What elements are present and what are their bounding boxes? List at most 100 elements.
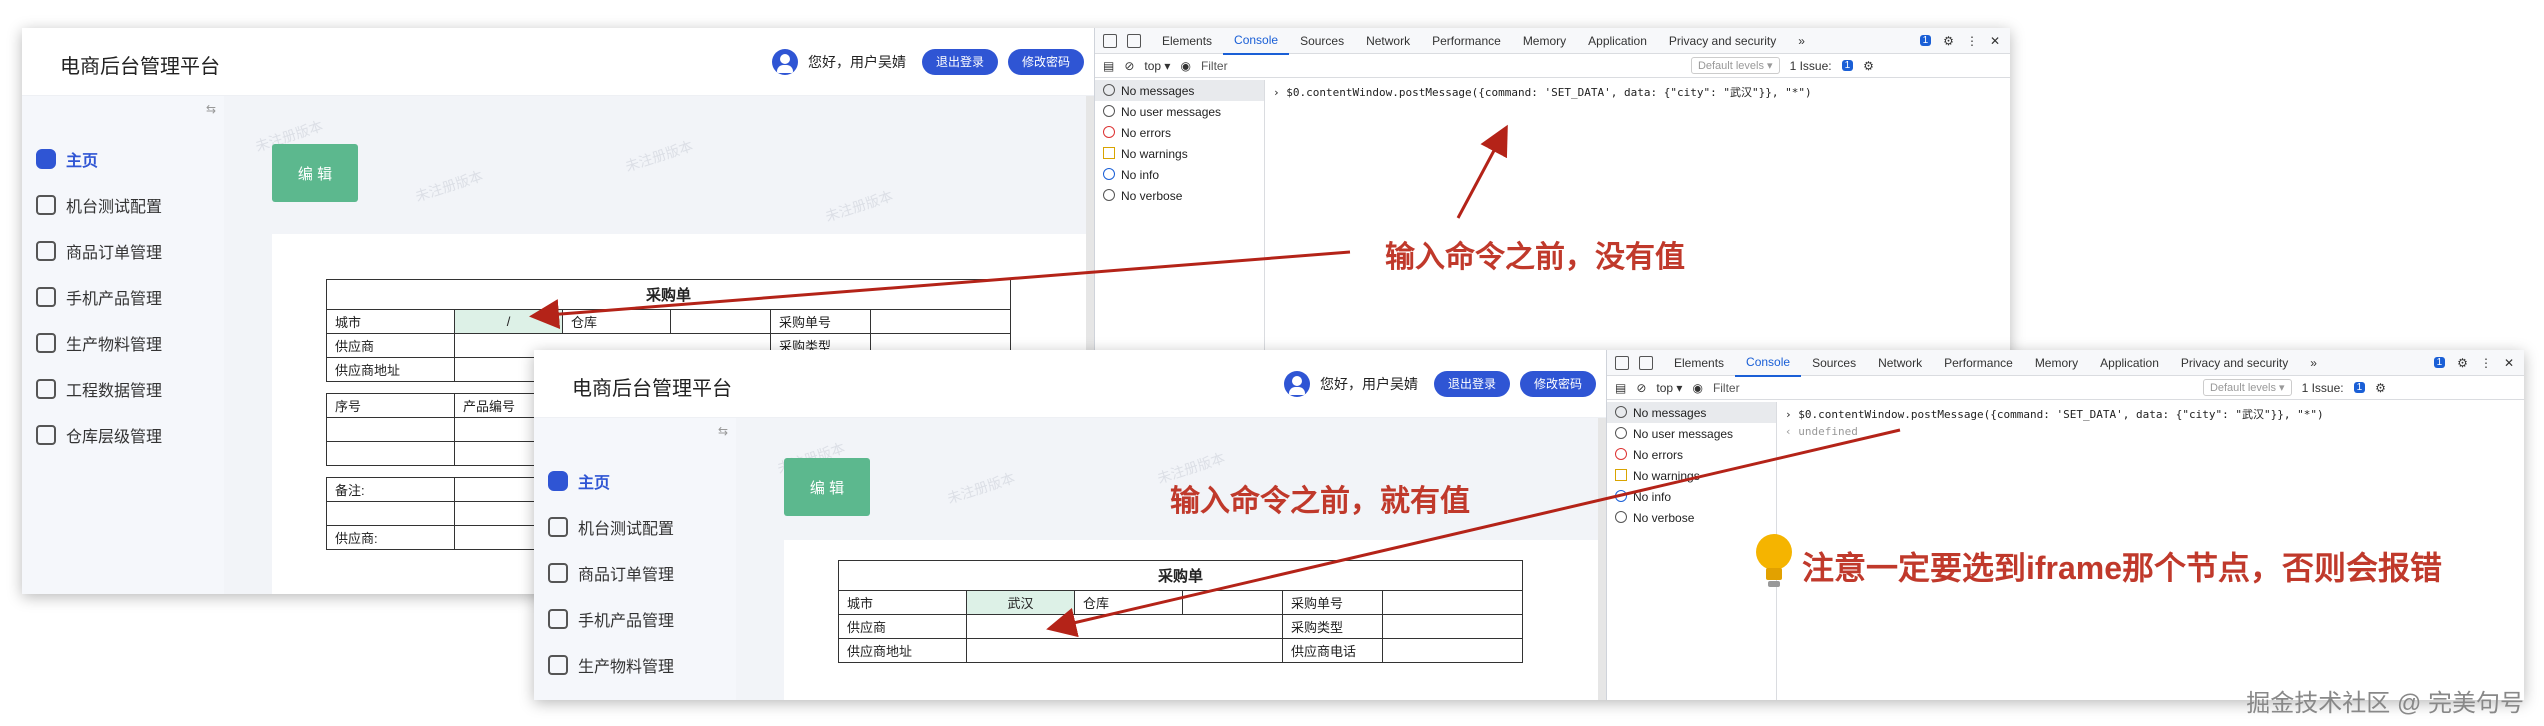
logout-button[interactable]: 退出登录 [921, 49, 998, 75]
filter-warnings[interactable]: No warnings [1607, 465, 1776, 486]
sidebar-item-home[interactable]: 主页 [22, 136, 224, 182]
eye-icon[interactable]: ◉ [1692, 381, 1702, 395]
sidebar-item-materials[interactable]: 生产物料管理 [534, 642, 736, 688]
filter-errors[interactable]: No errors [1607, 444, 1776, 465]
device-toolbar-icon[interactable] [1639, 355, 1653, 370]
po-number-field[interactable] [870, 309, 1011, 334]
kebab-menu-icon[interactable]: ⋮ [2480, 356, 2492, 370]
tab-network[interactable]: Network [1867, 350, 1933, 376]
more-tabs-button[interactable]: » [2299, 350, 2328, 376]
tab-application[interactable]: Application [2089, 350, 2170, 376]
levels-select[interactable]: Default levels ▾ [2202, 379, 2292, 396]
kebab-menu-icon[interactable]: ⋮ [1966, 34, 1978, 48]
supplier-address-field[interactable] [966, 638, 1283, 663]
issues-label[interactable]: 1 Issue: [2302, 381, 2344, 395]
issues-badge[interactable]: 1 [1919, 35, 1932, 46]
filter-info[interactable]: No info [1607, 486, 1776, 507]
sidebar-item-products[interactable]: 手机产品管理 [22, 274, 224, 320]
sidebar-item-engineering[interactable]: 工程数据管理 [534, 688, 736, 700]
sidebar-item-device-config[interactable]: 机台测试配置 [534, 504, 736, 550]
clear-console-icon[interactable]: ⊘ [1124, 59, 1134, 73]
gear-icon[interactable]: ⚙ [2457, 356, 2468, 370]
tab-privacy[interactable]: Privacy and security [1658, 28, 1787, 54]
console-output[interactable]: › $0.contentWindow.postMessage({command:… [1273, 84, 2010, 100]
order-icon [548, 563, 568, 583]
tab-application[interactable]: Application [1577, 28, 1658, 54]
sidebar-item-device-config[interactable]: 机台测试配置 [22, 182, 224, 228]
issues-label[interactable]: 1 Issue: [1790, 59, 1832, 73]
sidebar-toggle-icon[interactable]: ▤ [1615, 381, 1626, 395]
tab-privacy[interactable]: Privacy and security [2170, 350, 2299, 376]
filter-messages[interactable]: No messages [1095, 80, 1264, 101]
sidebar-item-orders[interactable]: 商品订单管理 [22, 228, 224, 274]
levels-select[interactable]: Default levels ▾ [1690, 57, 1780, 74]
sidebar-item-engineering[interactable]: 工程数据管理 [22, 366, 224, 412]
filter-errors[interactable]: No errors [1095, 122, 1264, 143]
change-password-button[interactable]: 修改密码 [1007, 49, 1084, 75]
filter-verbose[interactable]: No verbose [1607, 507, 1776, 528]
sidebar-item-products[interactable]: 手机产品管理 [534, 596, 736, 642]
inspect-icon[interactable] [1615, 355, 1629, 370]
filter-user-messages[interactable]: No user messages [1607, 423, 1776, 444]
warehouse-field[interactable] [670, 309, 771, 334]
po-type-field[interactable] [1382, 614, 1523, 639]
tab-performance[interactable]: Performance [1421, 28, 1512, 54]
tab-sources[interactable]: Sources [1289, 28, 1355, 54]
issues-count[interactable]: 1 [1841, 60, 1854, 71]
sidebar-item-orders[interactable]: 商品订单管理 [534, 550, 736, 596]
sidebar-item-warehouse[interactable]: 仓库层级管理 [22, 412, 224, 458]
tab-sources[interactable]: Sources [1801, 350, 1867, 376]
sidebar-item-home[interactable]: 主页 [534, 458, 736, 504]
tab-console[interactable]: Console [1735, 350, 1802, 377]
filter-input[interactable]: Filter [1201, 59, 1681, 73]
filter-info[interactable]: No info [1095, 164, 1264, 185]
more-tabs-button[interactable]: » [1787, 28, 1816, 54]
tab-console[interactable]: Console [1223, 28, 1290, 55]
console-output[interactable]: › $0.contentWindow.postMessage({command:… [1785, 406, 2524, 438]
logout-button[interactable]: 退出登录 [1433, 371, 1510, 397]
tab-elements[interactable]: Elements [1151, 28, 1223, 54]
collapse-icon[interactable]: ⇆ [718, 424, 728, 438]
filter-user-messages[interactable]: No user messages [1095, 101, 1264, 122]
change-password-button[interactable]: 修改密码 [1519, 371, 1596, 397]
device-toolbar-icon[interactable] [1127, 33, 1141, 48]
filter-warnings[interactable]: No warnings [1095, 143, 1264, 164]
tab-memory[interactable]: Memory [2024, 350, 2089, 376]
close-icon[interactable]: ✕ [1990, 34, 2000, 48]
context-select[interactable]: top ▾ [1144, 59, 1170, 73]
filter-input[interactable]: Filter [1713, 381, 2193, 395]
sidebar-item-materials[interactable]: 生产物料管理 [22, 320, 224, 366]
filter-label: No messages [1633, 405, 1707, 420]
collapse-icon[interactable]: ⇆ [206, 102, 216, 116]
supplier-phone-field[interactable] [1382, 638, 1523, 663]
gear-icon[interactable]: ⚙ [1863, 59, 1874, 73]
clear-console-icon[interactable]: ⊘ [1636, 381, 1646, 395]
supplier-field[interactable] [966, 614, 1283, 639]
tab-elements[interactable]: Elements [1663, 350, 1735, 376]
tab-network[interactable]: Network [1355, 28, 1421, 54]
edit-button[interactable]: 编 辑 [272, 144, 358, 202]
city-field[interactable]: 武汉 [966, 590, 1075, 615]
device-icon [36, 195, 56, 215]
sidebar-toggle-icon[interactable]: ▤ [1103, 59, 1114, 73]
po-number-field[interactable] [1382, 590, 1523, 615]
eye-icon[interactable]: ◉ [1180, 59, 1190, 73]
city-field[interactable]: / [454, 309, 563, 334]
gear-icon[interactable]: ⚙ [2375, 381, 2386, 395]
filter-messages[interactable]: No messages [1607, 402, 1776, 423]
issues-badge[interactable]: 1 [2433, 357, 2446, 368]
scrollbar[interactable] [1598, 418, 1606, 700]
warehouse-field[interactable] [1182, 590, 1283, 615]
edit-button[interactable]: 编 辑 [784, 458, 870, 516]
filter-label: No user messages [1121, 104, 1222, 119]
close-icon[interactable]: ✕ [2504, 356, 2514, 370]
annotation-no-value: 输入命令之前，没有值 [1385, 241, 1685, 274]
filter-verbose[interactable]: No verbose [1095, 185, 1264, 206]
tab-performance[interactable]: Performance [1933, 350, 2024, 376]
inspect-icon[interactable] [1103, 33, 1117, 48]
context-select[interactable]: top ▾ [1656, 381, 1682, 395]
warehouse-label: 仓库 [562, 309, 671, 334]
issues-count[interactable]: 1 [2353, 382, 2366, 393]
tab-memory[interactable]: Memory [1512, 28, 1577, 54]
gear-icon[interactable]: ⚙ [1943, 34, 1954, 48]
